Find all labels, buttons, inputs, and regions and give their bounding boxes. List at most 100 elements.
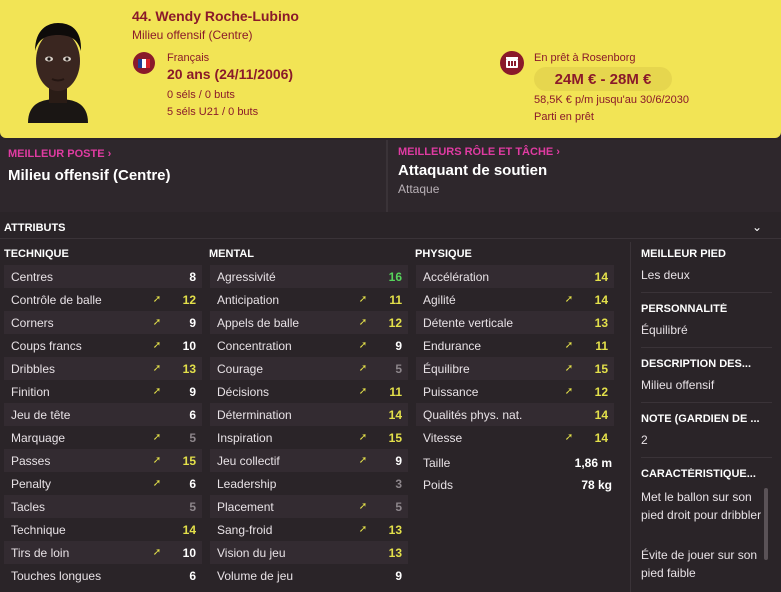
attribute-row[interactable]: Corners ➚ 9	[4, 311, 202, 334]
attribute-row[interactable]: Coups francs ➚ 10	[4, 334, 202, 357]
attribute-name: Équilibre	[423, 361, 470, 376]
attribute-row[interactable]: Volume de jeu 9	[210, 564, 408, 587]
attributes-divider	[0, 238, 781, 239]
key-attribute-arrow-icon: ➚	[358, 524, 368, 535]
attribute-row[interactable]: Endurance ➚ 11	[416, 334, 614, 357]
traits-title[interactable]: CARACTÉRISTIQUE...	[641, 468, 771, 480]
attribute-name: Appels de balle	[217, 315, 300, 330]
attribute-value: 11	[389, 384, 402, 399]
key-attribute-arrow-icon: ➚	[152, 386, 162, 397]
attribute-row[interactable]: Équilibre ➚ 15	[416, 357, 614, 380]
media-description-title[interactable]: DESCRIPTION DES...	[641, 358, 771, 370]
attribute-row[interactable]: Vitesse ➚ 14	[416, 426, 614, 449]
attribute-row[interactable]: Appels de balle ➚ 12	[210, 311, 408, 334]
attribute-value: 9	[189, 315, 196, 330]
key-attribute-arrow-icon: ➚	[564, 363, 574, 374]
key-attribute-arrow-icon: ➚	[152, 455, 162, 466]
nationality-flag-icon[interactable]	[133, 52, 155, 74]
attribute-row[interactable]: Contrôle de balle ➚ 12	[4, 288, 202, 311]
key-attribute-arrow-icon: ➚	[358, 386, 368, 397]
best-role-value: Attaquant de soutien	[398, 162, 548, 179]
key-attribute-arrow-icon: ➚	[152, 363, 162, 374]
attributes-title: ATTRIBUTS	[4, 222, 66, 234]
attribute-row[interactable]: Anticipation ➚ 11	[210, 288, 408, 311]
attribute-name: Coups francs	[11, 338, 82, 353]
attribute-value: 14	[594, 269, 608, 284]
attribute-row[interactable]: Accélération 14	[416, 265, 614, 288]
attribute-row[interactable]: Inspiration ➚ 15	[210, 426, 408, 449]
attribute-value: 6	[189, 407, 196, 422]
best-position-title[interactable]: MEILLEUR POSTE ›	[8, 148, 111, 160]
attribute-row[interactable]: Vision du jeu 13	[210, 541, 408, 564]
attribute-row[interactable]: Leadership 3	[210, 472, 408, 495]
attribute-name: Qualités phys. nat.	[423, 407, 523, 422]
chevron-right-icon: ›	[556, 146, 560, 158]
attribute-row[interactable]: Marquage ➚ 5	[4, 426, 202, 449]
attribute-row[interactable]: Placement ➚ 5	[210, 495, 408, 518]
club-crest-icon[interactable]	[500, 51, 524, 75]
physical-attributes: Accélération 14 Agilité ➚ 14 Détente vertical…	[416, 265, 614, 449]
attribute-row[interactable]: Agilité ➚ 14	[416, 288, 614, 311]
attribute-row[interactable]: Courage ➚ 5	[210, 357, 408, 380]
attribute-row[interactable]: Jeu de tête 6	[4, 403, 202, 426]
attribute-name: Inspiration	[217, 430, 273, 445]
attribute-row[interactable]: Décisions ➚ 11	[210, 380, 408, 403]
player-position: Milieu offensif (Centre)	[132, 28, 253, 42]
weight-label: Poids	[423, 478, 454, 492]
nationality-label: Français	[167, 52, 210, 64]
attribute-row[interactable]: Finition ➚ 9	[4, 380, 202, 403]
attribute-row[interactable]: Dribbles ➚ 13	[4, 357, 202, 380]
attribute-name: Jeu collectif	[217, 453, 280, 468]
attribute-name: Détermination	[217, 407, 292, 422]
attribute-name: Décisions	[217, 384, 270, 399]
attribute-name: Touches longues	[11, 568, 102, 583]
key-attribute-arrow-icon: ➚	[152, 547, 162, 558]
attribute-row[interactable]: Tacles 5	[4, 495, 202, 518]
attribute-row[interactable]: Penalty ➚ 6	[4, 472, 202, 495]
physical-title: PHYSIQUE	[415, 248, 472, 260]
loan-status[interactable]: En prêt à Rosenborg	[534, 52, 636, 64]
traits-scrollbar[interactable]	[764, 488, 768, 560]
transfer-value-badge: 24M € - 28M €	[534, 67, 672, 91]
goalkeeper-rating-value: 2	[641, 433, 648, 447]
attribute-row[interactable]: Technique 14	[4, 518, 202, 541]
chevron-right-icon: ›	[107, 148, 112, 160]
attribute-row[interactable]: Qualités phys. nat. 14	[416, 403, 614, 426]
attribute-row[interactable]: Détermination 14	[210, 403, 408, 426]
best-role-title[interactable]: MEILLEURS RÔLE ET TÂCHE ›	[398, 146, 560, 158]
attribute-value: 10	[182, 338, 196, 353]
attribute-name: Endurance	[423, 338, 482, 353]
attribute-value: 3	[395, 476, 402, 491]
attribute-name: Placement	[217, 499, 274, 514]
attribute-value: 11	[595, 338, 608, 353]
attribute-row[interactable]: Puissance ➚ 12	[416, 380, 614, 403]
attribute-value: 14	[594, 430, 608, 445]
attribute-row[interactable]: Touches longues 6	[4, 564, 202, 587]
best-role-duty: Attaque	[398, 182, 440, 196]
attribute-name: Puissance	[423, 384, 479, 399]
attribute-row[interactable]: Concentration ➚ 9	[210, 334, 408, 357]
attribute-row[interactable]: Passes ➚ 15	[4, 449, 202, 472]
attribute-row[interactable]: Centres 8	[4, 265, 202, 288]
goalkeeper-rating-title[interactable]: NOTE (GARDIEN DE ...	[641, 413, 771, 425]
player-age: 20 ans (24/11/2006)	[167, 66, 294, 82]
leave-status: Parti en prêt	[534, 111, 594, 123]
attribute-name: Concentration	[217, 338, 292, 353]
attribute-name: Vision du jeu	[217, 545, 286, 560]
attribute-row[interactable]: Sang-froid ➚ 13	[210, 518, 408, 541]
attribute-value: 12	[388, 315, 402, 330]
chevron-down-icon[interactable]: ⌄	[752, 220, 762, 234]
technical-title: TECHNIQUE	[4, 248, 69, 260]
personality-value: Équilibré	[641, 323, 688, 337]
info-divider	[641, 457, 772, 458]
attribute-row[interactable]: Jeu collectif ➚ 9	[210, 449, 408, 472]
attribute-name: Leadership	[217, 476, 277, 491]
attribute-value: 12	[182, 292, 196, 307]
attribute-value: 15	[182, 453, 196, 468]
attribute-value: 13	[388, 522, 402, 537]
attribute-row[interactable]: Tirs de loin ➚ 10	[4, 541, 202, 564]
attribute-name: Technique	[11, 522, 66, 537]
attribute-row[interactable]: Détente verticale 13	[416, 311, 614, 334]
attribute-value: 9	[395, 338, 402, 353]
attribute-row[interactable]: Agressivité 16	[210, 265, 408, 288]
